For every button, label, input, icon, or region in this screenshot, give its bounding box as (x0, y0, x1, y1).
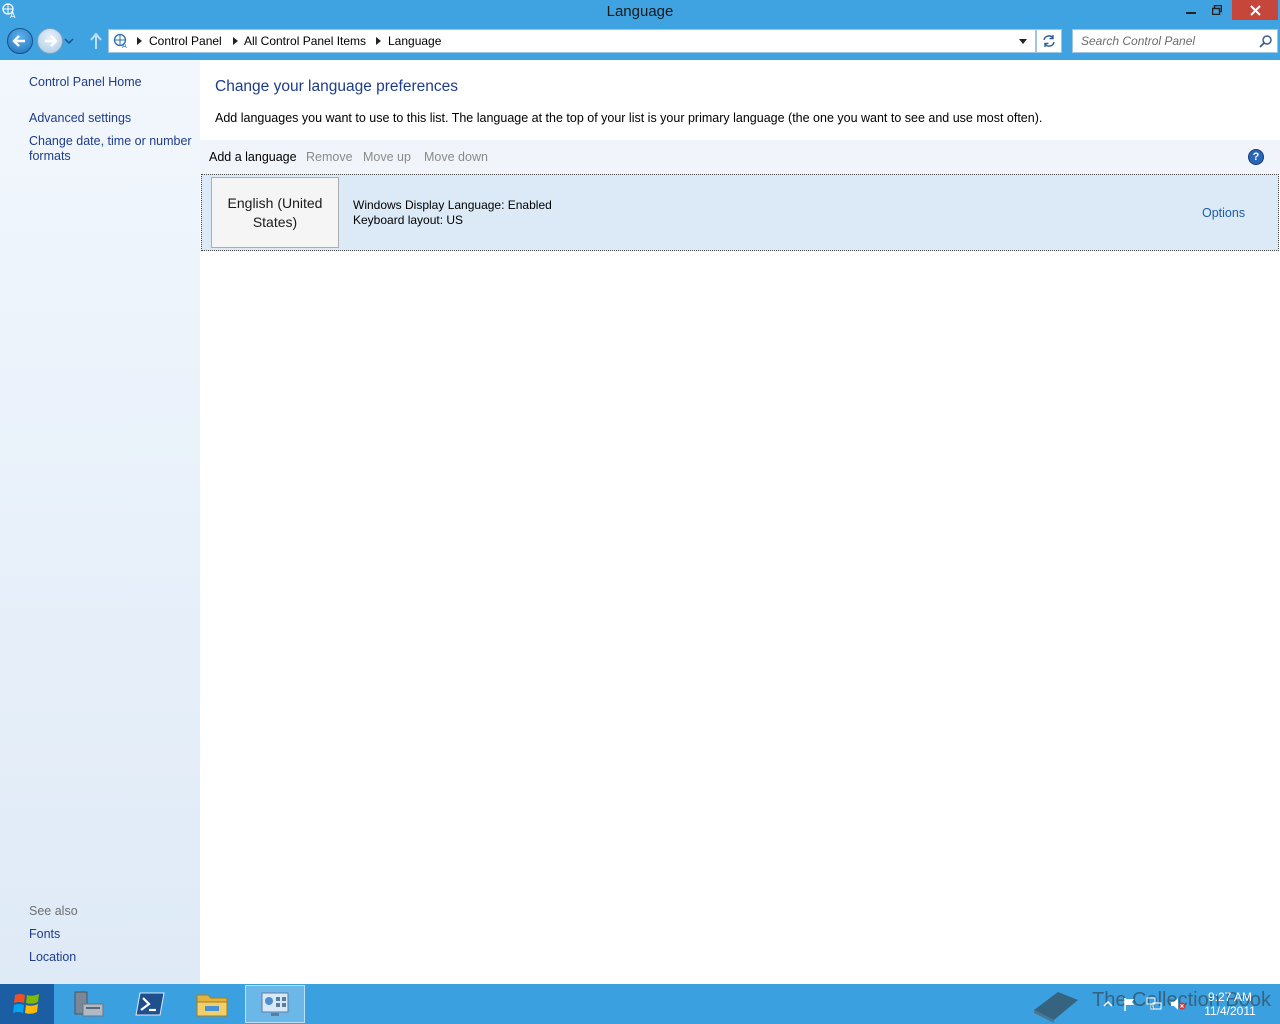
taskbar-file-explorer[interactable] (182, 985, 242, 1023)
display-language-status: Windows Display Language: Enabled (353, 198, 552, 212)
sidebar-link-location[interactable]: Location (29, 950, 76, 965)
file-explorer-icon (196, 994, 228, 1017)
navigation-bar: A Control Panel All Control Panel Items … (0, 24, 1280, 60)
sidebar: Control Panel Home Advanced settings Cha… (0, 60, 200, 984)
taskbar-powershell[interactable] (120, 985, 180, 1023)
add-language-button[interactable]: Add a language (209, 150, 297, 164)
recent-locations-icon[interactable] (63, 36, 75, 46)
book-icon (1034, 992, 1078, 1023)
move-up-button[interactable]: Move up (363, 150, 411, 164)
restore-button[interactable] (1204, 0, 1230, 20)
address-bar[interactable]: A Control Panel All Control Panel Items … (108, 29, 1036, 53)
search-input[interactable] (1081, 33, 1251, 49)
sidebar-link-change-date-time-continued[interactable]: formats (29, 149, 71, 164)
taskbar-server-manager[interactable] (58, 985, 118, 1023)
minimize-icon (1186, 12, 1196, 14)
clock-date: 11/4/2011 (1204, 1004, 1256, 1018)
powershell-icon (135, 992, 165, 1016)
windows-logo-icon (13, 994, 39, 1014)
breadcrumb-separator[interactable] (137, 37, 142, 45)
page-description: Add languages you want to use to this li… (215, 111, 1043, 125)
language-toolbar: Add a language Remove Move up Move down … (200, 140, 1280, 174)
sidebar-link-control-panel-home[interactable]: Control Panel Home (29, 75, 142, 90)
action-center-flag-icon[interactable] (1122, 997, 1138, 1011)
breadcrumb-control-panel[interactable]: Control Panel (149, 34, 222, 48)
see-also-heading: See also (29, 904, 78, 918)
system-clock[interactable]: 9:27 AM 11/4/2011 (1196, 990, 1264, 1018)
language-options-link[interactable]: Options (1202, 206, 1245, 220)
keyboard-layout-status: Keyboard layout: US (353, 213, 464, 227)
breadcrumb-all-items[interactable]: All Control Panel Items (244, 34, 366, 48)
back-button[interactable] (7, 28, 33, 54)
svg-text:A: A (122, 42, 127, 49)
start-button[interactable] (0, 984, 54, 1024)
forward-button[interactable] (37, 28, 63, 54)
move-down-button[interactable]: Move down (424, 150, 488, 164)
up-arrow-icon[interactable] (88, 32, 104, 50)
sidebar-link-change-date-time[interactable]: Change date, time or number (29, 134, 192, 149)
control-panel-location-icon: A (113, 33, 127, 49)
close-icon (1249, 4, 1261, 16)
breadcrumb-separator[interactable] (233, 37, 238, 45)
language-list-item[interactable]: English (United States) Windows Display … (201, 174, 1279, 251)
server-manager-icon (74, 991, 104, 1017)
back-arrow-icon (12, 35, 25, 47)
control-panel-icon (261, 992, 289, 1016)
breadcrumb-language[interactable]: Language (388, 34, 441, 48)
sidebar-link-advanced-settings[interactable]: Advanced settings (29, 111, 131, 126)
minimize-button[interactable] (1178, 0, 1204, 20)
window-title: Language (606, 3, 674, 20)
title-bar: A Language (0, 0, 1280, 24)
main-content: Change your language preferences Add lan… (200, 60, 1280, 984)
search-box[interactable] (1072, 29, 1278, 53)
restore-icon (1212, 5, 1222, 15)
refresh-icon (1043, 35, 1055, 47)
close-button[interactable] (1232, 0, 1278, 20)
help-icon[interactable]: ? (1248, 149, 1264, 165)
volume-muted-icon[interactable] (1170, 997, 1186, 1011)
search-icon[interactable] (1259, 34, 1273, 48)
network-icon[interactable] (1146, 997, 1162, 1011)
taskbar-control-panel[interactable] (245, 985, 305, 1023)
taskbar: The Collection Book 9:27 AM 11/4/2011 (0, 984, 1280, 1024)
breadcrumb-separator[interactable] (376, 37, 381, 45)
language-tile[interactable]: English (United States) (211, 177, 339, 248)
address-dropdown-icon[interactable] (1019, 39, 1027, 44)
show-hidden-icons-icon[interactable] (1100, 997, 1116, 1011)
remove-button[interactable]: Remove (306, 150, 353, 164)
page-title: Change your language preferences (215, 78, 459, 95)
sidebar-link-fonts[interactable]: Fonts (29, 927, 60, 942)
refresh-button[interactable] (1036, 29, 1062, 53)
forward-arrow-icon (45, 35, 58, 47)
clock-time: 9:27 AM (1207, 990, 1253, 1004)
